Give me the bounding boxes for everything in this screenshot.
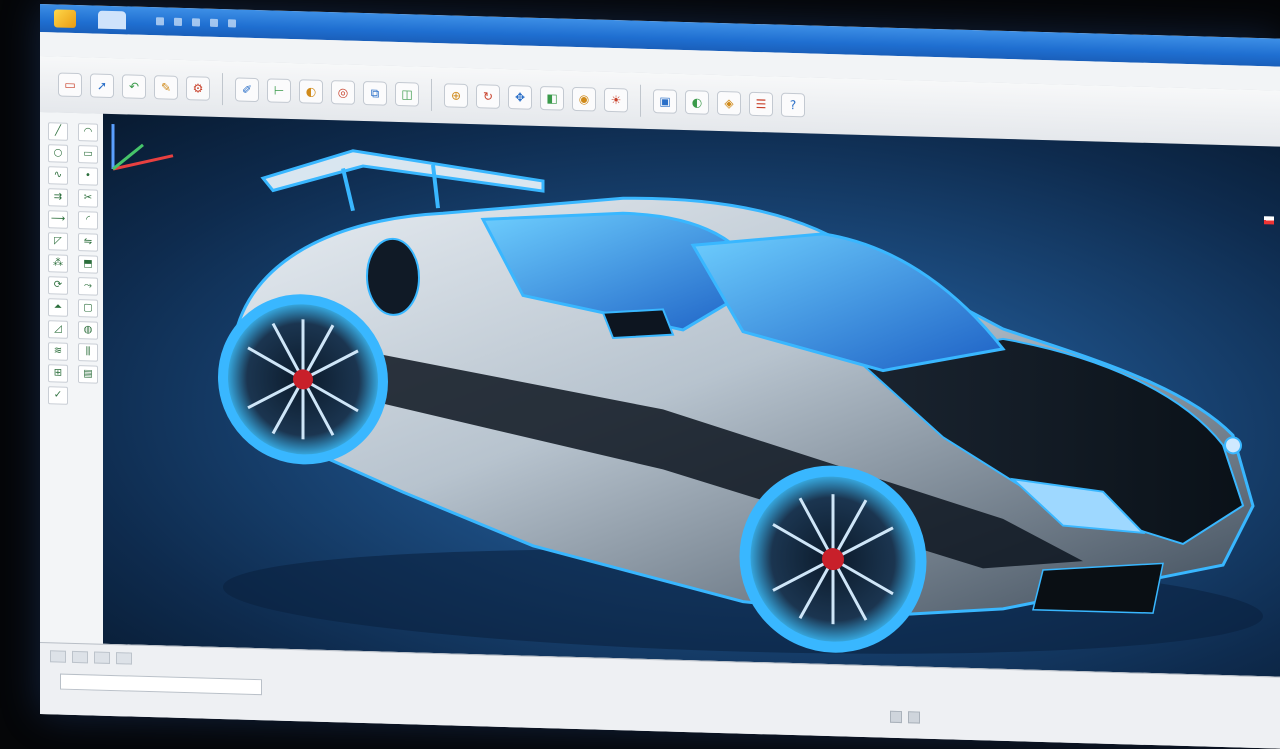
line-icon[interactable]: ╱	[48, 122, 68, 141]
toolbar-separator	[431, 78, 432, 111]
color-icon[interactable]: ◉	[572, 86, 596, 112]
surface-icon[interactable]: ▤	[78, 365, 98, 384]
side-mirror	[601, 308, 675, 340]
thread-icon[interactable]: ≋	[48, 342, 68, 361]
quick-access-icon[interactable]	[192, 18, 200, 27]
grid-toggle-icon[interactable]	[908, 711, 920, 724]
app-logo-icon	[54, 9, 76, 29]
fillet-icon[interactable]: ◜	[78, 211, 98, 230]
check-icon[interactable]: ✓	[48, 386, 68, 405]
quick-access-icon[interactable]	[174, 17, 182, 26]
toolbar-separator	[640, 84, 641, 117]
pointer-icon[interactable]: ➚	[90, 73, 114, 99]
sketch-icon[interactable]: ✎	[154, 75, 178, 100]
status-tab[interactable]	[94, 651, 110, 664]
mirror-icon[interactable]: ⇋	[78, 233, 98, 252]
draft-icon[interactable]: ◿	[48, 320, 68, 339]
offset-icon[interactable]: ⇉	[48, 188, 68, 207]
hole-icon[interactable]: ◍	[78, 321, 98, 340]
join-icon[interactable]: ⊞	[48, 364, 68, 383]
help-icon[interactable]: ?	[781, 92, 805, 118]
loft-icon[interactable]: ⏶	[48, 298, 68, 317]
axis-triad-icon	[111, 123, 174, 171]
document-tab[interactable]	[98, 10, 126, 30]
render-icon[interactable]: ◐	[299, 79, 323, 104]
status-tabs	[50, 649, 132, 665]
3d-viewport[interactable]	[103, 113, 1280, 677]
pan-icon[interactable]: ✥	[508, 85, 532, 110]
render-icon[interactable]: ◐	[685, 90, 709, 115]
draw-icon[interactable]: ✐	[235, 77, 259, 103]
car-model-render[interactable]	[103, 114, 1280, 677]
status-controls	[890, 710, 920, 724]
settings-icon[interactable]: ☰	[749, 91, 773, 117]
cad-application-window: ▭ ➚ ↶ ✎ ⚙ ✐ ⊢ ◐ ◎ ⧉ ◫ ⊕ ↻ ✥ ◧ ◉ ☀ ▣ ◐ ◈ ☰? ╱ ◠ ○ ▭ ∿ • ⇉ ✂ ⟶ ◜ ◸ ⇋ ⁂ ⬒ ⟳ ⤳ ⏶…	[40, 4, 1280, 749]
rotate-icon[interactable]: ↻	[476, 84, 500, 109]
toolbar-separator	[222, 73, 223, 106]
shell-icon[interactable]: ▢	[78, 299, 98, 318]
arc-icon[interactable]: ◠	[78, 123, 98, 142]
extrude-icon[interactable]: ⬒	[78, 255, 98, 274]
zoom-icon[interactable]: ⊕	[444, 83, 468, 108]
title-bar-controls	[156, 17, 236, 28]
status-tab[interactable]	[116, 652, 132, 665]
point-icon[interactable]: •	[78, 167, 98, 186]
quick-access-icon[interactable]	[228, 19, 236, 28]
status-tab[interactable]	[50, 650, 66, 663]
circle-icon[interactable]: ○	[48, 144, 68, 163]
view-icon[interactable]: ◫	[395, 81, 419, 107]
measure-icon[interactable]: ⊢	[267, 78, 291, 104]
undo-icon[interactable]: ↶	[122, 74, 146, 99]
extend-icon[interactable]: ⟶	[48, 210, 68, 229]
left-toolbox: ╱ ◠ ○ ▭ ∿ • ⇉ ✂ ⟶ ◜ ◸ ⇋ ⁂ ⬒ ⟳ ⤳ ⏶ ▢ ◿ ◍ ≋ ⫼ ⊞ ▤ ✓	[40, 112, 111, 654]
rear-air-intake	[366, 237, 420, 316]
command-input[interactable]	[60, 673, 262, 696]
snap-toggle-icon[interactable]	[890, 710, 902, 724]
pattern-icon[interactable]: ⁂	[48, 254, 68, 273]
rear-wing	[260, 149, 545, 193]
gear-icon[interactable]: ⚙	[186, 76, 210, 101]
headlight-right	[1224, 436, 1242, 455]
status-info	[50, 673, 272, 696]
quick-access-icon[interactable]	[156, 17, 164, 26]
camera-icon[interactable]: ▣	[653, 89, 677, 114]
split-icon[interactable]: ⫼	[78, 343, 98, 362]
status-tab[interactable]	[72, 650, 88, 664]
trim-icon[interactable]: ✂	[78, 189, 98, 208]
chamfer-icon[interactable]: ◸	[48, 232, 68, 251]
sweep-icon[interactable]: ⤳	[78, 277, 98, 296]
file-icon[interactable]: ▭	[58, 72, 82, 98]
spline-icon[interactable]: ∿	[48, 166, 68, 185]
assembly-icon[interactable]: ⧉	[363, 81, 387, 106]
revolve-icon[interactable]: ⟳	[48, 276, 68, 295]
analyze-icon[interactable]: ◎	[331, 80, 355, 105]
light-icon[interactable]: ☀	[604, 87, 628, 113]
material-icon[interactable]: ◈	[717, 90, 741, 116]
rect-icon[interactable]: ▭	[78, 145, 98, 164]
viewport-corner-indicator	[1264, 216, 1274, 225]
section-icon[interactable]: ◧	[540, 85, 564, 111]
quick-access-icon[interactable]	[210, 18, 218, 27]
